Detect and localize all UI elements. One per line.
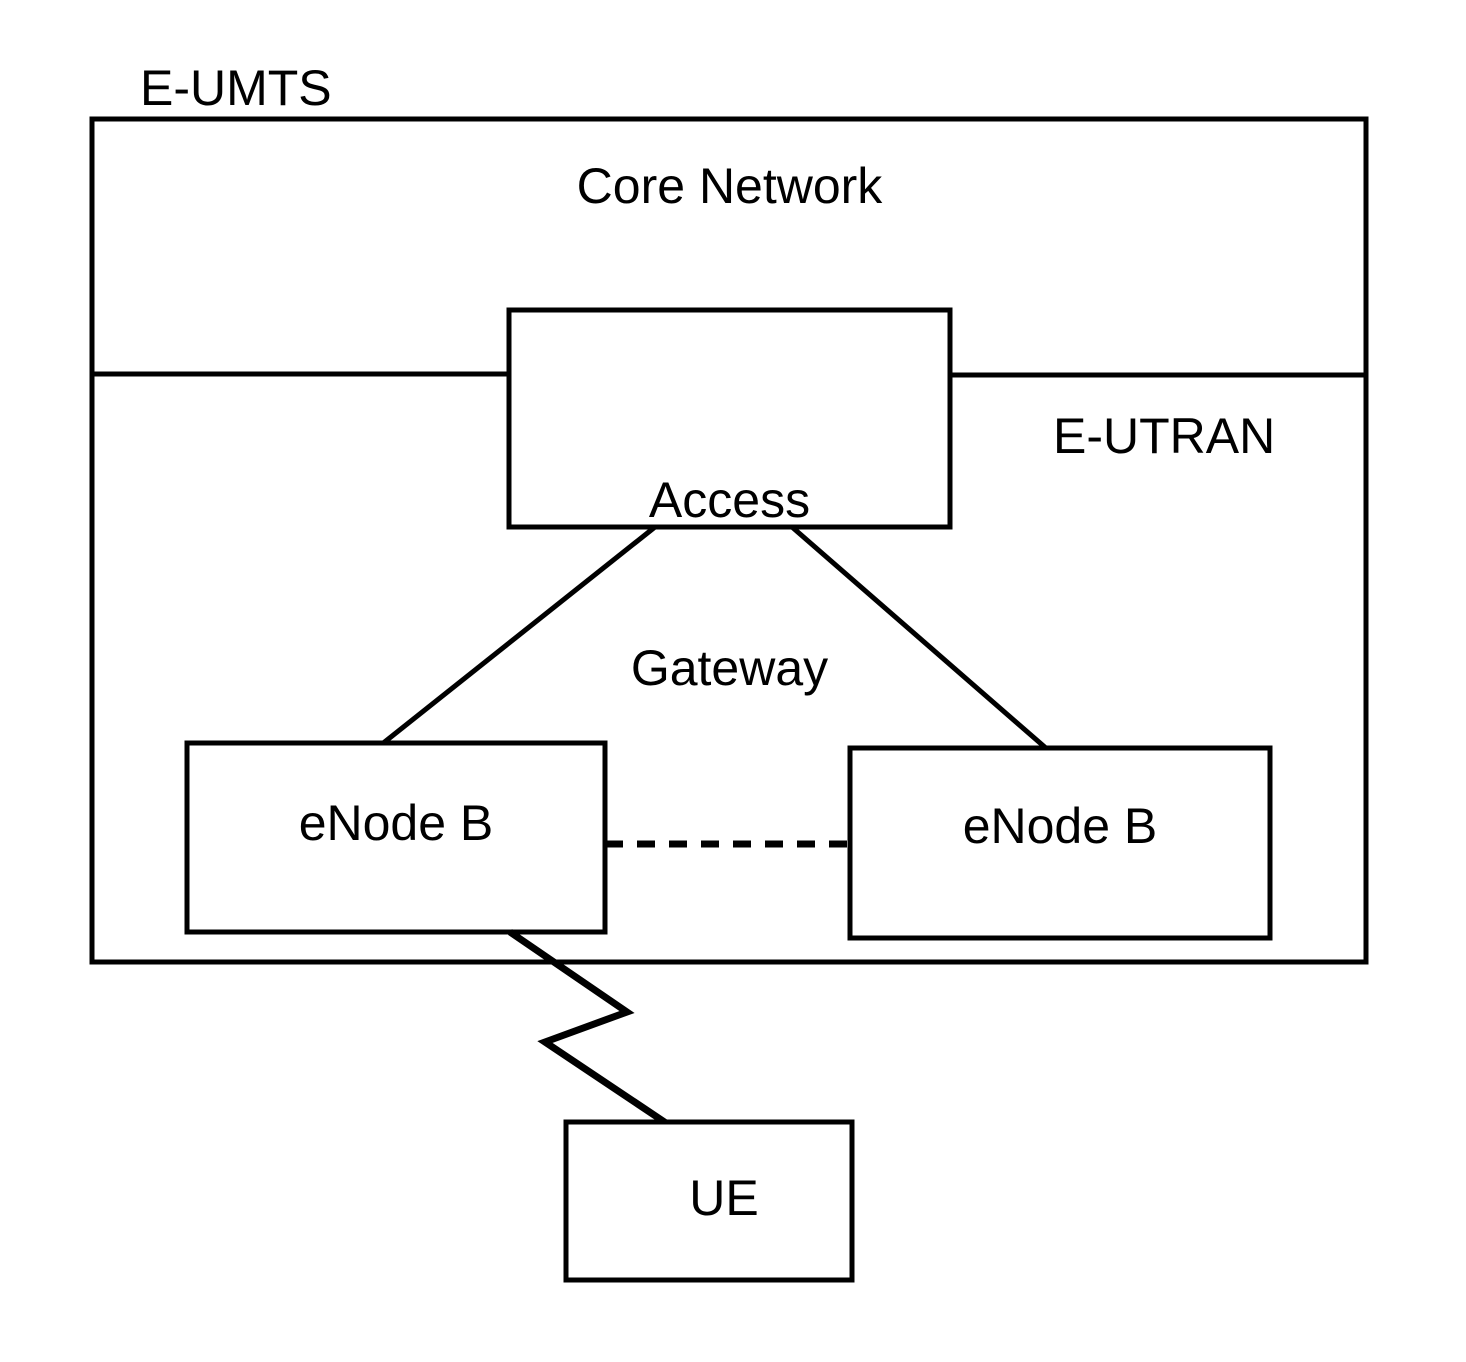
access-gateway-label: Access Gateway	[519, 360, 940, 808]
access-gateway-label-line1: Access	[648, 472, 811, 528]
eutran-label: E-UTRAN	[1053, 408, 1276, 464]
access-gateway-label-line2: Gateway	[630, 640, 829, 696]
enodeb-right-label: eNode B	[962, 798, 1158, 854]
enodeb-left-label: eNode B	[298, 795, 494, 851]
ue-label: UE	[689, 1170, 759, 1226]
core-network-label: Core Network	[576, 158, 883, 214]
diagram-canvas: E-UMTS Core Network E-UTRAN Access Gatew…	[0, 0, 1466, 1362]
eumts-label: E-UMTS	[140, 60, 332, 116]
